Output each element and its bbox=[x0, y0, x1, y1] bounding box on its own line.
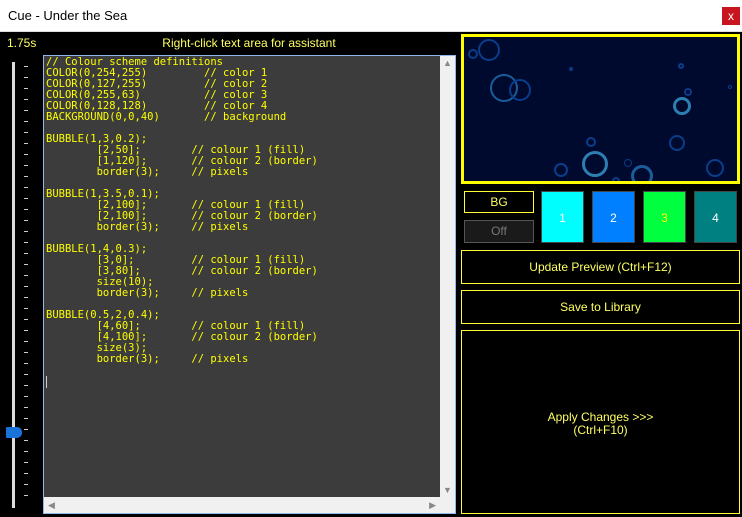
slider-tick bbox=[24, 264, 28, 265]
scroll-right-icon[interactable]: ▶ bbox=[429, 500, 436, 510]
scroll-corner bbox=[440, 497, 455, 513]
slider-tick bbox=[24, 154, 28, 155]
slider-tick bbox=[24, 176, 28, 177]
bubble bbox=[684, 88, 692, 96]
slider-tick bbox=[24, 429, 28, 430]
bubble bbox=[586, 137, 596, 147]
slider-tick bbox=[24, 88, 28, 89]
vertical-scrollbar[interactable]: ▲ ▼ bbox=[440, 56, 455, 497]
slider-tick bbox=[24, 242, 28, 243]
slider-tick bbox=[24, 308, 28, 309]
close-button[interactable]: x bbox=[722, 7, 740, 25]
slider-tick bbox=[24, 363, 28, 364]
slider-tick bbox=[24, 352, 28, 353]
bubble bbox=[582, 151, 608, 177]
apply-changes-text: Apply Changes >>> (Ctrl+F10) bbox=[462, 411, 739, 437]
slider-tick bbox=[24, 187, 28, 188]
slider-tick bbox=[24, 297, 28, 298]
slider-tick bbox=[24, 132, 28, 133]
slider-tick bbox=[24, 484, 28, 485]
slider-tick bbox=[24, 495, 28, 496]
title-bar: Cue - Under the Sea x bbox=[0, 0, 742, 32]
background-off-button[interactable]: Off bbox=[464, 220, 534, 243]
slider-tick bbox=[24, 462, 28, 463]
slider-tick bbox=[24, 198, 28, 199]
slider-thumb[interactable] bbox=[6, 427, 22, 438]
slider-tick bbox=[24, 77, 28, 78]
color-swatch-3[interactable]: 3 bbox=[643, 191, 686, 243]
bubble bbox=[569, 67, 573, 71]
bubble bbox=[478, 39, 500, 61]
color-swatch-4[interactable]: 4 bbox=[694, 191, 737, 243]
color-swatch-1[interactable]: 1 bbox=[541, 191, 584, 243]
slider-tick bbox=[24, 253, 28, 254]
slider-tick bbox=[24, 341, 28, 342]
speed-readout: 1.75s bbox=[7, 36, 37, 50]
slider-tick bbox=[24, 330, 28, 331]
slider-tick bbox=[24, 66, 28, 67]
slider-tick bbox=[24, 407, 28, 408]
assistant-hint: Right-click text area for assistant bbox=[162, 36, 336, 50]
bubble bbox=[612, 177, 620, 181]
color-swatch-2[interactable]: 2 bbox=[592, 191, 635, 243]
slider-tick bbox=[24, 473, 28, 474]
bubble bbox=[631, 165, 653, 181]
bubble bbox=[624, 159, 632, 167]
bubble bbox=[673, 97, 691, 115]
slider-tick bbox=[24, 220, 28, 221]
slider-tick bbox=[24, 209, 28, 210]
apply-changes-button[interactable]: Apply Changes >>> (Ctrl+F10) bbox=[461, 330, 740, 514]
bubble bbox=[728, 85, 732, 89]
background-color-button[interactable]: BG bbox=[464, 191, 534, 213]
update-preview-button[interactable]: Update Preview (Ctrl+F12) bbox=[461, 250, 740, 284]
bubble bbox=[678, 63, 684, 69]
code-text[interactable]: // Colour scheme definitions COLOR(0,254… bbox=[46, 57, 318, 365]
slider-tick bbox=[24, 275, 28, 276]
slider-track[interactable] bbox=[12, 62, 15, 508]
slider-tick bbox=[24, 374, 28, 375]
animation-preview bbox=[461, 34, 740, 184]
bubble bbox=[509, 79, 531, 101]
slider-tick bbox=[24, 440, 28, 441]
text-cursor bbox=[46, 376, 47, 388]
slider-tick bbox=[24, 165, 28, 166]
save-to-library-button[interactable]: Save to Library bbox=[461, 290, 740, 324]
scroll-left-icon[interactable]: ◀ bbox=[48, 500, 55, 510]
window-title: Cue - Under the Sea bbox=[8, 8, 128, 23]
slider-tick bbox=[24, 231, 28, 232]
code-editor[interactable]: // Colour scheme definitions COLOR(0,254… bbox=[43, 55, 456, 514]
apply-changes-shortcut: (Ctrl+F10) bbox=[573, 423, 628, 437]
slider-tick bbox=[24, 143, 28, 144]
slider-tick bbox=[24, 418, 28, 419]
slider-tick bbox=[24, 396, 28, 397]
slider-tick bbox=[24, 110, 28, 111]
scroll-up-icon[interactable]: ▲ bbox=[443, 58, 452, 68]
slider-tick bbox=[24, 99, 28, 100]
slider-tick bbox=[24, 385, 28, 386]
slider-tick bbox=[24, 121, 28, 122]
slider-tick bbox=[24, 319, 28, 320]
bubble bbox=[706, 159, 724, 177]
slider-tick bbox=[24, 451, 28, 452]
bubble bbox=[669, 135, 685, 151]
slider-tick bbox=[24, 286, 28, 287]
bubble bbox=[554, 163, 568, 177]
bubble bbox=[468, 49, 478, 59]
horizontal-scrollbar[interactable]: ◀ ▶ bbox=[44, 497, 440, 513]
scroll-down-icon[interactable]: ▼ bbox=[443, 485, 452, 495]
